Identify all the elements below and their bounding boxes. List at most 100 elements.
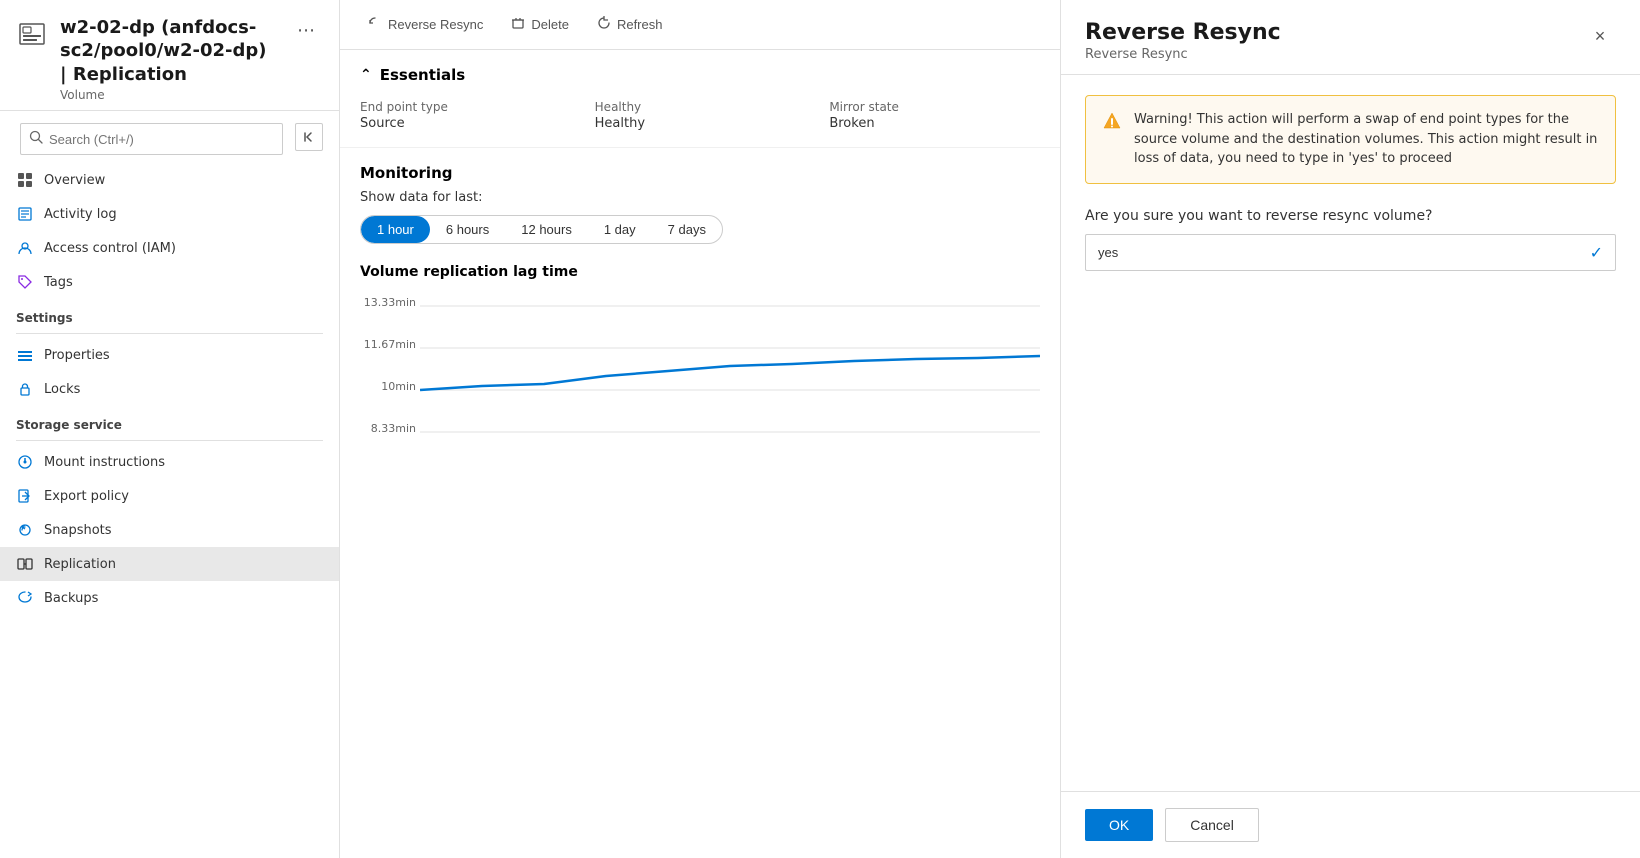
sidebar-item-locks[interactable]: Locks <box>0 372 339 406</box>
sidebar-item-snapshots[interactable]: Snapshots <box>0 513 339 547</box>
monitoring-section: Monitoring Show data for last: 1 hour 6 … <box>340 147 1060 492</box>
warning-box: Warning! This action will perform a swap… <box>1085 95 1616 184</box>
sidebar-item-backups[interactable]: Backups <box>0 581 339 615</box>
sidebar-item-export-policy[interactable]: Export policy <box>0 479 339 513</box>
export-icon <box>16 487 34 505</box>
search-icon <box>29 130 43 148</box>
info-label: Mirror state <box>829 100 1040 114</box>
sidebar-item-mount-instructions[interactable]: Mount instructions <box>0 445 339 479</box>
confirm-question: Are you sure you want to reverse resync … <box>1085 208 1616 224</box>
sidebar-item-replication[interactable]: Replication <box>0 547 339 581</box>
properties-icon <box>16 346 34 364</box>
confirm-input[interactable] <box>1098 245 1590 260</box>
backups-icon <box>16 589 34 607</box>
sidebar-item-overview[interactable]: Overview <box>0 163 339 197</box>
settings-section-label: Settings <box>0 299 339 329</box>
volume-icon <box>16 18 48 50</box>
essentials-section: ⌃ Essentials End point type Source Healt… <box>340 50 1060 147</box>
iam-icon <box>16 239 34 257</box>
info-value: Healthy <box>595 116 806 131</box>
y-label-1: 13.33min <box>360 296 416 309</box>
sidebar-item-activity-log[interactable]: Activity log <box>0 197 339 231</box>
reverse-resync-label: Reverse Resync <box>388 17 483 32</box>
settings-divider <box>16 333 323 334</box>
info-field-endpoint: End point type Source <box>360 100 571 131</box>
warning-text: Warning! This action will perform a swap… <box>1134 110 1599 169</box>
sidebar-item-label: Backups <box>44 591 98 606</box>
replication-icon <box>16 555 34 573</box>
locks-icon <box>16 380 34 398</box>
sidebar-item-label: Access control (IAM) <box>44 241 176 256</box>
sidebar-item-label: Overview <box>44 173 105 188</box>
time-filter-7days[interactable]: 7 days <box>652 216 722 243</box>
panel-header: Reverse Resync Reverse Resync × <box>1061 0 1640 75</box>
sidebar-item-label: Snapshots <box>44 523 112 538</box>
chart-title: Volume replication lag time <box>360 264 1040 280</box>
sidebar-header: w2-02-dp (anfdocs-sc2/pool0/w2-02-dp) | … <box>0 0 339 111</box>
panel-title: Reverse Resync <box>1085 20 1281 45</box>
collapse-sidebar-button[interactable] <box>295 123 323 151</box>
chevron-down-icon: ⌃ <box>360 67 372 83</box>
check-icon: ✓ <box>1590 243 1603 262</box>
reverse-resync-panel: Reverse Resync Reverse Resync × Warning!… <box>1060 0 1640 858</box>
reverse-resync-button[interactable]: Reverse Resync <box>356 10 495 39</box>
more-options-button[interactable]: ⋯ <box>289 16 323 45</box>
time-filter-1day[interactable]: 1 day <box>588 216 652 243</box>
panel-subtitle: Reverse Resync <box>1085 47 1281 62</box>
search-input[interactable] <box>49 132 274 147</box>
search-box[interactable] <box>20 123 283 155</box>
info-field-mirror: Mirror state Broken <box>829 100 1040 131</box>
info-value: Source <box>360 116 571 131</box>
mount-icon <box>16 453 34 471</box>
y-label-3: 10min <box>360 380 416 393</box>
refresh-button[interactable]: Refresh <box>585 10 675 39</box>
time-filter-6hours[interactable]: 6 hours <box>430 216 505 243</box>
sidebar-item-label: Replication <box>44 557 116 572</box>
sidebar-item-label: Mount instructions <box>44 455 165 470</box>
y-label-2: 11.67min <box>360 338 416 351</box>
sidebar-item-label: Locks <box>44 382 80 397</box>
storage-divider <box>16 440 323 441</box>
time-filter-1hour[interactable]: 1 hour <box>361 216 430 243</box>
sidebar-item-label: Export policy <box>44 489 129 504</box>
page-title: w2-02-dp (anfdocs-sc2/pool0/w2-02-dp) | … <box>60 16 277 86</box>
main-content: Reverse Resync Delete Refresh ⌃ Essentia… <box>340 0 1060 858</box>
info-label: End point type <box>360 100 571 114</box>
y-label-4: 8.33min <box>360 422 416 435</box>
chart-area: 13.33min 11.67min 10min 8.33min <box>360 296 1040 476</box>
snapshots-icon <box>16 521 34 539</box>
sidebar-item-label: Activity log <box>44 207 117 222</box>
cancel-button[interactable]: Cancel <box>1165 808 1259 842</box>
storage-section-label: Storage service <box>0 406 339 436</box>
confirm-input-row: ✓ <box>1085 234 1616 271</box>
close-panel-button[interactable]: × <box>1584 20 1616 52</box>
essentials-header[interactable]: ⌃ Essentials <box>360 66 1040 84</box>
activity-log-icon <box>16 205 34 223</box>
sidebar-item-iam[interactable]: Access control (IAM) <box>0 231 339 265</box>
sidebar-item-label: Properties <box>44 348 110 363</box>
panel-footer: OK Cancel <box>1061 791 1640 858</box>
tags-icon <box>16 273 34 291</box>
panel-body: Warning! This action will perform a swap… <box>1061 75 1640 791</box>
monitoring-title: Monitoring <box>360 164 1040 182</box>
sidebar-item-properties[interactable]: Properties <box>0 338 339 372</box>
essentials-title: Essentials <box>380 66 465 84</box>
time-filter-12hours[interactable]: 12 hours <box>505 216 588 243</box>
refresh-icon <box>597 16 611 33</box>
warning-icon <box>1102 111 1122 131</box>
sidebar-item-tags[interactable]: Tags <box>0 265 339 299</box>
toolbar: Reverse Resync Delete Refresh <box>340 0 1060 50</box>
sidebar-item-label: Tags <box>44 275 73 290</box>
refresh-label: Refresh <box>617 17 663 32</box>
info-label: Healthy <box>595 100 806 114</box>
delete-button[interactable]: Delete <box>499 10 581 39</box>
chart-svg <box>420 296 1040 476</box>
time-filter: 1 hour 6 hours 12 hours 1 day 7 days <box>360 215 723 244</box>
info-value: Broken <box>829 116 1040 131</box>
ok-button[interactable]: OK <box>1085 809 1153 841</box>
delete-icon <box>511 16 525 33</box>
reverse-resync-icon <box>368 16 382 33</box>
overview-icon <box>16 171 34 189</box>
essentials-grid: End point type Source Healthy Healthy Mi… <box>360 100 1040 131</box>
delete-label: Delete <box>531 17 569 32</box>
